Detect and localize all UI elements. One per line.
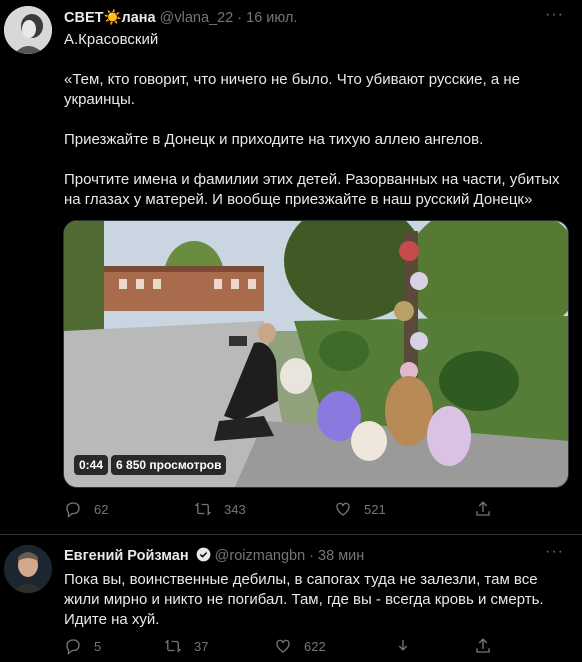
tweet-text: А.Красовский «Тем, кто говорит, что ниче… xyxy=(64,31,560,208)
reply-icon xyxy=(66,502,80,518)
like-count: 521 xyxy=(364,501,386,517)
retweet-button[interactable]: 343 xyxy=(194,500,334,518)
retweet-count: 37 xyxy=(194,638,209,654)
download-arrow-icon xyxy=(398,640,408,651)
video-views: 6 850 просмотров xyxy=(111,455,227,475)
tweet-quote[interactable]: Евгений Ройзман @roizmangbn · 38 мин ···… xyxy=(0,535,582,662)
like-button[interactable]: 521 xyxy=(334,500,474,518)
separator: · xyxy=(237,10,243,26)
reply-button[interactable]: 62 xyxy=(64,500,194,518)
reply-count: 62 xyxy=(94,501,109,517)
handle[interactable]: @roizmangbn xyxy=(215,548,305,564)
avatar[interactable] xyxy=(4,545,52,593)
avatar[interactable] xyxy=(4,6,52,54)
tweet-header: Евгений Ройзман @roizmangbn · 38 мин xyxy=(64,547,364,564)
display-name[interactable]: СВЕТ☀️лана xyxy=(64,10,156,26)
tweet-actions: 62 343 521 xyxy=(64,500,504,518)
display-name[interactable]: Евгений Ройзман xyxy=(64,548,189,564)
handle[interactable]: @vlana_22 xyxy=(160,10,234,26)
tweet-actions: 5 37 622 xyxy=(64,637,504,655)
like-count: 622 xyxy=(304,638,326,654)
timestamp[interactable]: 38 мин xyxy=(318,548,364,564)
reply-icon xyxy=(66,639,80,655)
tweet-text: Пока вы, воинственные дебилы, в сапогах … xyxy=(64,571,548,628)
tweet-header: СВЕТ☀️лана @vlana_22 · 16 июл. xyxy=(64,9,297,26)
video-duration: 0:44 xyxy=(74,455,109,475)
like-button[interactable]: 622 xyxy=(274,637,394,655)
video-badge: 0:44 6 850 просмотров xyxy=(74,455,227,475)
retweet-icon xyxy=(164,639,182,653)
video-thumbnail xyxy=(64,221,568,487)
verified-badge-icon xyxy=(196,547,210,562)
reply-button[interactable]: 5 xyxy=(64,637,164,655)
video-player[interactable]: 0:44 6 850 просмотров xyxy=(63,220,569,488)
download-button[interactable] xyxy=(394,637,474,655)
retweet-icon xyxy=(194,502,212,516)
like-icon xyxy=(276,639,290,653)
retweet-button[interactable]: 37 xyxy=(164,637,274,655)
tweet-original[interactable]: СВЕТ☀️лана @vlana_22 · 16 июл. ··· А.Кра… xyxy=(0,0,582,535)
timestamp[interactable]: 16 июл. xyxy=(246,10,297,26)
more-icon[interactable]: ··· xyxy=(545,6,564,24)
like-icon xyxy=(336,502,350,516)
share-button[interactable] xyxy=(474,637,492,655)
share-icon xyxy=(476,501,490,516)
reply-count: 5 xyxy=(94,638,102,654)
share-button[interactable] xyxy=(474,500,492,518)
retweet-count: 343 xyxy=(224,501,246,517)
share-icon xyxy=(476,638,490,653)
more-icon[interactable]: ··· xyxy=(545,543,564,561)
separator: · xyxy=(309,548,315,564)
